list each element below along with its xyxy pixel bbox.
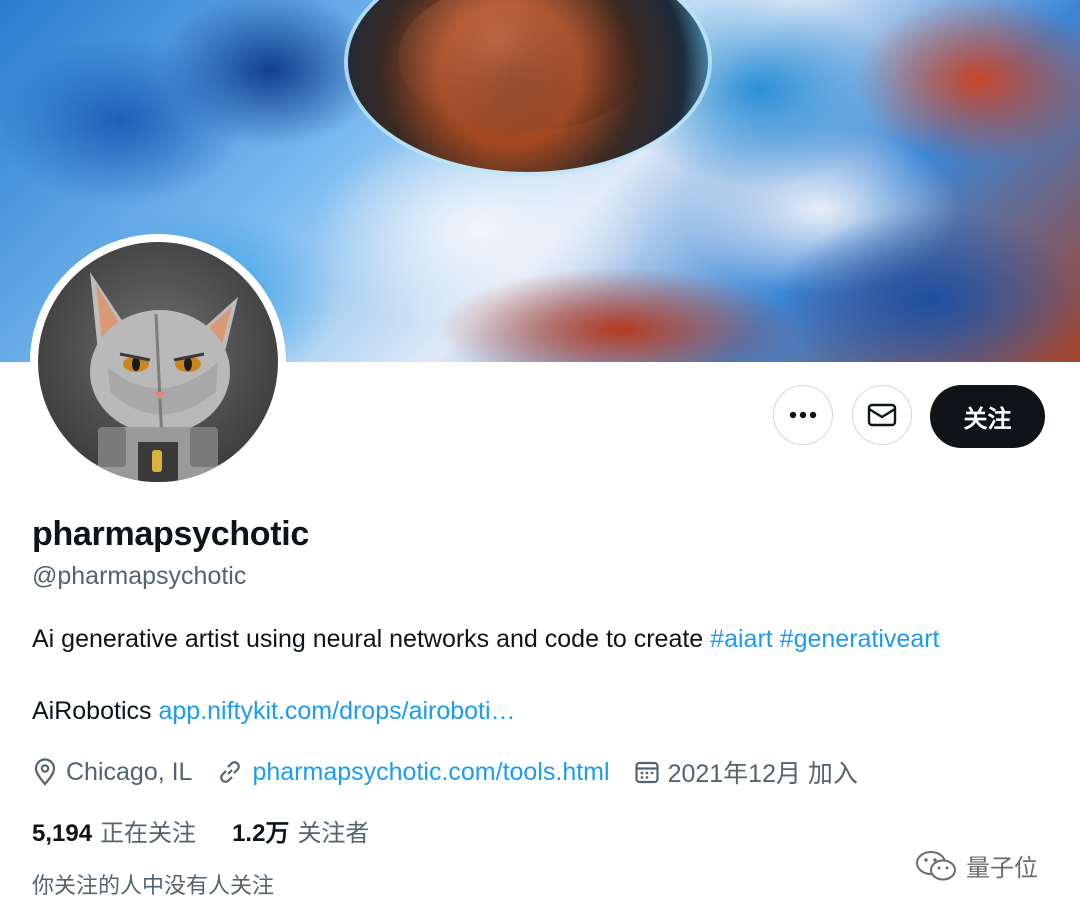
message-button[interactable] bbox=[852, 385, 912, 445]
followers-label: 关注者 bbox=[297, 820, 370, 847]
joined-item: 2021年12月 加入 bbox=[634, 754, 858, 790]
watermark-text: 量子位 bbox=[966, 855, 1038, 882]
following-stat[interactable]: 5,194 正在关注 bbox=[32, 813, 196, 848]
follow-stats: 5,194 正在关注 1.2万 关注者 bbox=[32, 813, 405, 848]
watermark: 量子位 bbox=[914, 848, 1038, 883]
bio-text: Ai generative artist using neural networ… bbox=[32, 625, 711, 653]
followed-by-note: 你关注的人中没有人关注 bbox=[32, 873, 275, 898]
bio-link[interactable]: app.niftykit.com/drops/airoboti… bbox=[158, 697, 515, 725]
banner-planet-art bbox=[348, 0, 708, 172]
location-pin-icon bbox=[34, 758, 56, 786]
bio: Ai generative artist using neural networ… bbox=[32, 625, 940, 654]
hashtag-generativeart[interactable]: #generativeart bbox=[780, 625, 940, 653]
followers-count: 1.2万 bbox=[232, 820, 290, 847]
following-count: 5,194 bbox=[32, 820, 93, 847]
follow-button-label: 关注 bbox=[963, 406, 1012, 433]
follow-button[interactable]: 关注 bbox=[930, 385, 1045, 448]
avatar[interactable] bbox=[38, 242, 278, 482]
display-name: pharmapsychotic bbox=[32, 515, 310, 553]
more-options-button[interactable] bbox=[773, 385, 833, 445]
bio-line2: AiRobotics app.niftykit.com/drops/airobo… bbox=[32, 697, 516, 726]
envelope-icon bbox=[867, 403, 897, 427]
link-icon bbox=[220, 761, 241, 783]
location-text: Chicago, IL bbox=[66, 757, 193, 786]
user-handle: @pharmapsychotic bbox=[32, 562, 247, 590]
more-horizontal-icon bbox=[789, 411, 817, 419]
profile-meta: Chicago, IL pharmapsychotic.com/tools.ht… bbox=[32, 754, 882, 790]
robot-cat-avatar-art bbox=[90, 272, 238, 482]
followers-stat[interactable]: 1.2万 关注者 bbox=[232, 813, 369, 848]
bio-line2-text: AiRobotics bbox=[32, 697, 159, 725]
hashtag-aiart[interactable]: #aiart bbox=[710, 625, 773, 653]
wechat-icon bbox=[916, 850, 956, 880]
website-item: pharmapsychotic.com/tools.html bbox=[216, 758, 610, 787]
website-link[interactable]: pharmapsychotic.com/tools.html bbox=[252, 758, 609, 787]
location-item: Chicago, IL bbox=[32, 758, 192, 787]
following-label: 正在关注 bbox=[100, 820, 197, 847]
joined-text: 2021年12月 加入 bbox=[667, 760, 858, 788]
calendar-icon bbox=[634, 761, 659, 784]
